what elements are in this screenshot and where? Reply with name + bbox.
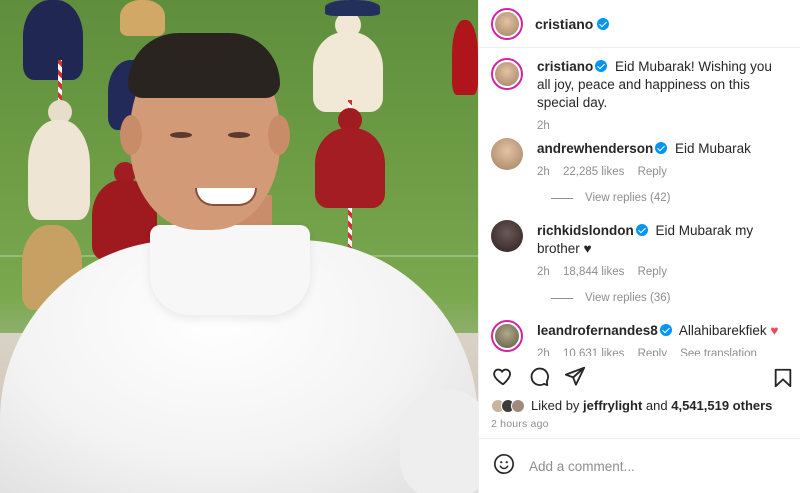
tassel-navy-top	[325, 0, 385, 20]
commenter-avatar[interactable]	[491, 320, 523, 352]
view-replies-label: View replies (42)	[585, 192, 671, 204]
comments-list[interactable]: cristiano Eid Mubarak! Wishing you all j…	[479, 48, 800, 356]
black-heart-emoji-icon: ♥	[583, 241, 592, 256]
tassel-red-edge	[452, 0, 478, 100]
replies-line	[551, 197, 573, 199]
likes-others-count[interactable]: 4,541,519 others	[671, 398, 772, 413]
commenter-avatar[interactable]	[491, 138, 523, 170]
likes-text: Liked by jeffrylight and 4,541,519 other…	[531, 398, 772, 413]
person-ear-left	[120, 115, 142, 155]
post-time[interactable]: 2 hours ago	[491, 418, 549, 430]
commenter-username[interactable]: andrewhenderson	[537, 141, 653, 156]
comment-reply-button[interactable]: Reply	[638, 266, 667, 278]
replies-line	[551, 297, 573, 299]
comment-time: 2h	[537, 348, 550, 356]
verified-badge-icon	[655, 142, 668, 154]
comment-item: leandrofernandes8 Allahibarekfiek ♥ 2h 1…	[491, 320, 789, 356]
caption-time: 2h	[537, 120, 550, 132]
author-avatar[interactable]	[491, 7, 523, 40]
comment-text: Allahibarekfiek	[678, 323, 767, 338]
heart-icon[interactable]	[491, 364, 515, 388]
author-username[interactable]: cristiano	[535, 16, 593, 32]
person-ear-right	[268, 115, 290, 155]
liker-avatar	[511, 398, 525, 413]
share-icon[interactable]	[563, 364, 587, 388]
likes-joiner: and	[645, 398, 668, 413]
caption-avatar[interactable]	[491, 58, 523, 90]
person-hair	[128, 33, 280, 98]
view-replies-button[interactable]: View replies (36)	[551, 292, 789, 304]
caption-username[interactable]: cristiano	[537, 59, 593, 74]
person-eye-left	[170, 132, 192, 138]
post-photo[interactable]	[0, 0, 478, 493]
view-replies-button[interactable]: View replies (42)	[551, 192, 789, 204]
bookmark-icon[interactable]	[771, 366, 795, 390]
post-actions	[479, 356, 800, 396]
liker-username[interactable]: jeffrylight	[583, 398, 642, 413]
person-collar	[150, 225, 310, 315]
likes-prefix: Liked by	[531, 398, 580, 413]
comment-text: Eid Mubarak	[675, 141, 751, 156]
person-hand	[400, 390, 478, 493]
comment-input[interactable]: Add a comment...	[529, 459, 635, 474]
comment-likes[interactable]: 10,631 likes	[563, 348, 624, 356]
comment-likes[interactable]: 22,285 likes	[563, 166, 624, 178]
comment-item: andrewhenderson Eid Mubarak 2h 22,285 li…	[491, 138, 789, 178]
commenter-username[interactable]: richkidslondon	[537, 223, 634, 238]
verified-badge-icon	[659, 324, 672, 336]
verified-badge-icon	[597, 17, 610, 30]
add-comment-bar: Add a comment...	[479, 438, 800, 493]
verified-badge-icon	[595, 60, 608, 72]
comment-text-block: andrewhenderson Eid Mubarak	[537, 138, 789, 158]
liker-avatars	[491, 398, 525, 413]
commenter-avatar[interactable]	[491, 220, 523, 252]
comment-item: richkidslondon Eid Mubarak my brother ♥ …	[491, 220, 789, 278]
emoji-icon[interactable]	[493, 453, 515, 480]
caption-item: cristiano Eid Mubarak! Wishing you all j…	[491, 58, 789, 132]
red-heart-emoji-icon: ♥	[770, 323, 779, 338]
see-translation-button[interactable]: See translation	[680, 348, 757, 356]
comment-reply-button[interactable]: Reply	[638, 166, 667, 178]
person-smile	[195, 188, 257, 206]
commenter-username[interactable]: leandrofernandes8	[537, 323, 658, 338]
comment-time: 2h	[537, 166, 550, 178]
person-eye-right	[228, 132, 250, 138]
tassel-tan-top	[120, 0, 170, 40]
comment-time: 2h	[537, 266, 550, 278]
comment-icon[interactable]	[527, 364, 551, 388]
comment-meta: 2h 18,844 likes Reply	[537, 266, 789, 278]
comment-text-block: leandrofernandes8 Allahibarekfiek ♥	[537, 320, 789, 340]
tassel-red-right	[310, 100, 390, 260]
comment-text-block: richkidslondon Eid Mubarak my brother ♥	[537, 220, 789, 258]
comment-likes[interactable]: 18,844 likes	[563, 266, 624, 278]
likes-summary[interactable]: Liked by jeffrylight and 4,541,519 other…	[491, 398, 772, 413]
verified-badge-icon	[635, 224, 648, 236]
post-side-panel: cristiano cristiano Eid Mubarak! Wishing…	[478, 0, 800, 493]
comment-meta: 2h 10,631 likes Reply See translation	[537, 348, 789, 356]
post-header: cristiano	[479, 0, 800, 48]
tassel-cream-left	[25, 60, 95, 240]
comment-meta: 2h 22,285 likes Reply	[537, 166, 789, 178]
comment-reply-button[interactable]: Reply	[638, 348, 667, 356]
caption-meta: 2h	[537, 120, 789, 132]
view-replies-label: View replies (36)	[585, 292, 671, 304]
caption-text-block: cristiano Eid Mubarak! Wishing you all j…	[537, 58, 789, 112]
